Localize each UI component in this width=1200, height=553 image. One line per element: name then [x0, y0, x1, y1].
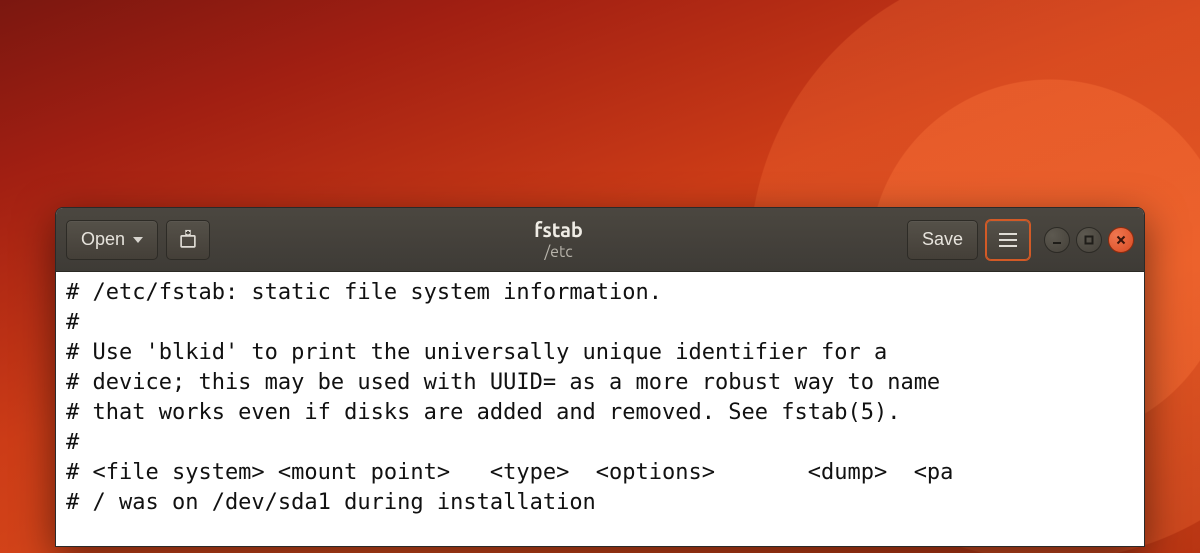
- document-path: /etc: [544, 243, 572, 261]
- chevron-down-icon: [133, 237, 143, 243]
- save-button-label: Save: [922, 229, 963, 250]
- close-button[interactable]: [1108, 227, 1134, 253]
- close-icon: [1115, 234, 1127, 246]
- open-button-label: Open: [81, 229, 125, 250]
- minimize-button[interactable]: [1044, 227, 1070, 253]
- hamburger-menu-button[interactable]: [986, 220, 1030, 260]
- text-editor-area[interactable]: # /etc/fstab: static file system informa…: [56, 272, 1144, 546]
- gedit-window: Open fstab /etc Save: [55, 207, 1145, 547]
- window-controls: [1044, 227, 1134, 253]
- document-title: fstab: [534, 218, 583, 241]
- title-area: fstab /etc: [218, 218, 899, 261]
- new-document-icon: [177, 229, 199, 251]
- new-tab-button[interactable]: [166, 220, 210, 260]
- open-button[interactable]: Open: [66, 220, 158, 260]
- minimize-icon: [1051, 234, 1063, 246]
- maximize-icon: [1083, 234, 1095, 246]
- maximize-button[interactable]: [1076, 227, 1102, 253]
- save-button[interactable]: Save: [907, 220, 978, 260]
- hamburger-icon: [999, 233, 1017, 247]
- window-titlebar: Open fstab /etc Save: [56, 208, 1144, 272]
